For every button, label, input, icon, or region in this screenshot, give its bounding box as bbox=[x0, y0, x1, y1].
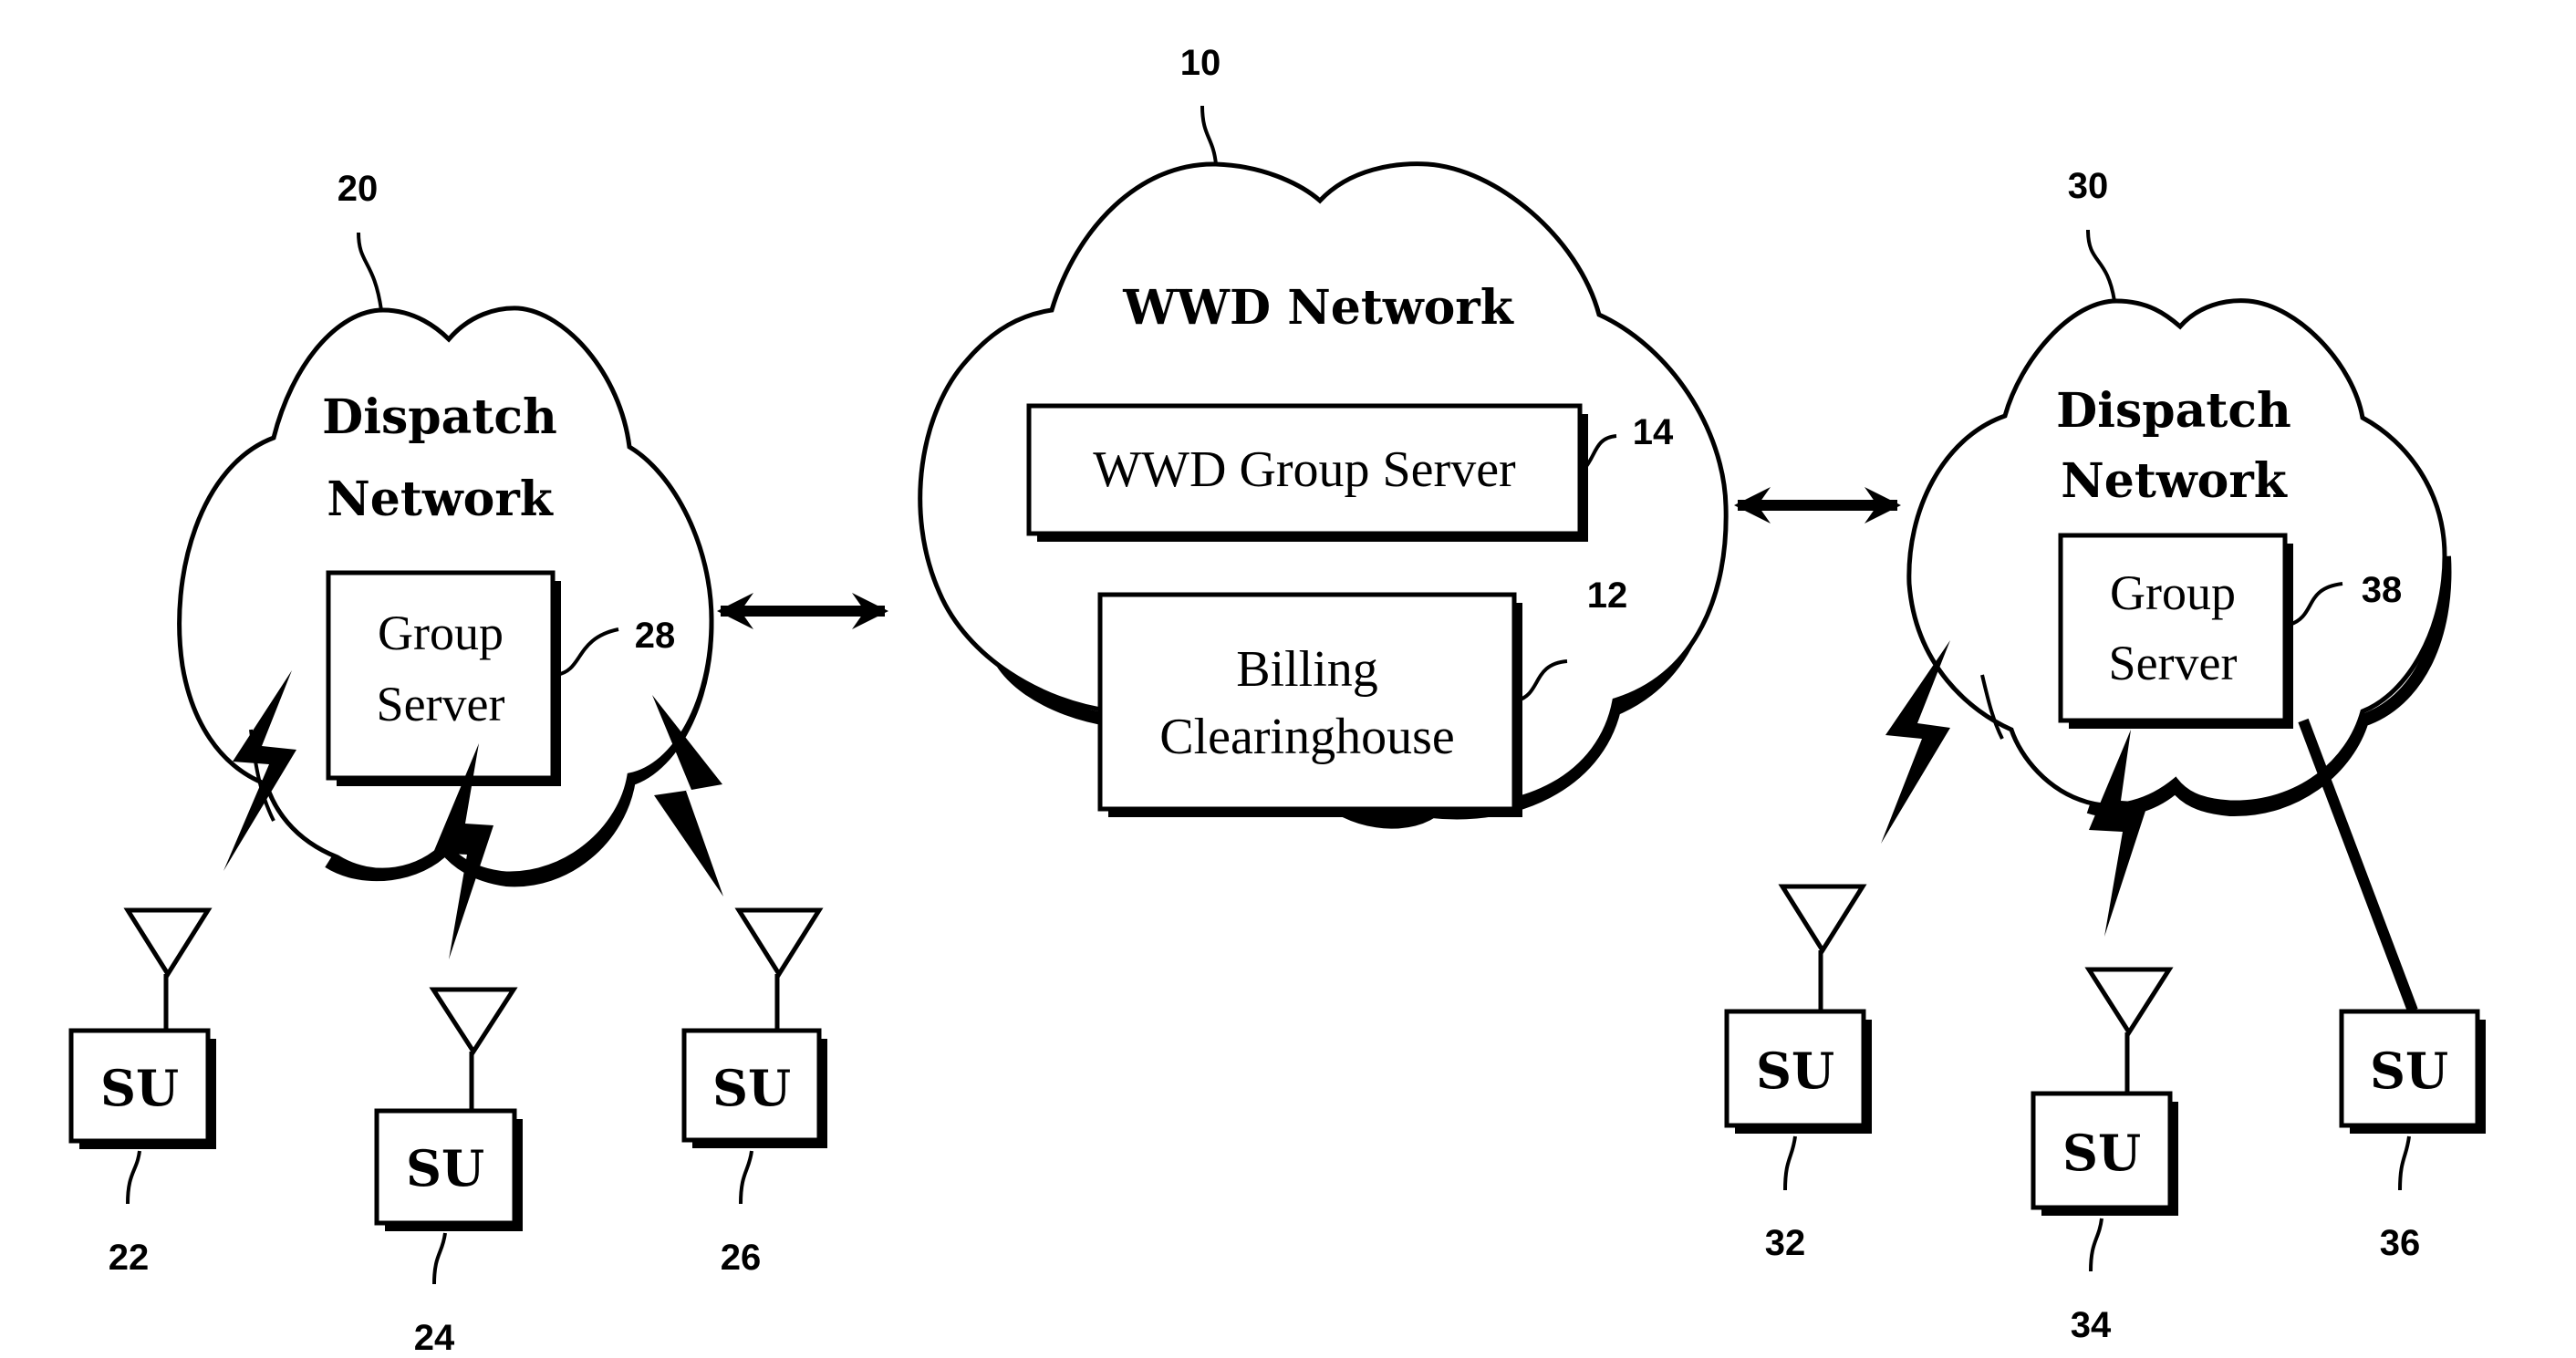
su-ref: 34 bbox=[2071, 1305, 2112, 1345]
su-ref: 26 bbox=[721, 1238, 762, 1278]
antenna-icon bbox=[2084, 967, 2174, 1037]
subscriber-unit-26: SU 26 bbox=[681, 907, 827, 1278]
subscriber-unit-24: SU 24 bbox=[374, 987, 523, 1358]
subscriber-unit-32: SU 32 bbox=[1724, 884, 1872, 1263]
wwd-group-server-box: WWD Group Server bbox=[1026, 403, 1588, 542]
su-ref-leader bbox=[2089, 1218, 2103, 1272]
left-cloud-ref-leader bbox=[357, 232, 383, 311]
billing-label-line1: Billing bbox=[1236, 641, 1378, 698]
su-label: SU bbox=[2370, 1042, 2448, 1100]
right-group-server-box: Group Server bbox=[2058, 533, 2293, 729]
su-ref-leader bbox=[432, 1232, 447, 1285]
su-ref: 36 bbox=[2380, 1223, 2421, 1263]
su-ref: 22 bbox=[109, 1238, 150, 1278]
right-group-server-line2: Server bbox=[2109, 636, 2238, 690]
su-ref: 24 bbox=[414, 1318, 455, 1358]
left-group-server-frame bbox=[326, 570, 556, 781]
left-cloud-title-line2: Network bbox=[327, 472, 553, 527]
antenna-icon bbox=[1778, 884, 1867, 955]
right-group-server-ref: 38 bbox=[2362, 570, 2403, 610]
wwd-ref-label: 10 bbox=[1180, 43, 1221, 83]
su-ref-leader bbox=[126, 1150, 141, 1205]
su-label: SU bbox=[1756, 1042, 1834, 1100]
antenna-icon bbox=[734, 907, 824, 979]
network-diagram: 10 WWD Network WWD Group Server 14 Billi… bbox=[68, 43, 2486, 1358]
wwd-ref-leader bbox=[1200, 105, 1218, 165]
wwd-network-title: WWD Network bbox=[1122, 280, 1513, 336]
su-label: SU bbox=[406, 1139, 484, 1197]
right-cloud-ref-leader bbox=[2086, 229, 2116, 302]
subscriber-unit-22: SU 22 bbox=[68, 907, 216, 1278]
wired-link-line bbox=[2298, 718, 2418, 1013]
su-label: SU bbox=[2062, 1124, 2141, 1182]
left-dispatch-cloud: 20 Dispatch Network Group Server 28 bbox=[177, 169, 714, 887]
left-cloud-title-line1: Dispatch bbox=[322, 389, 557, 445]
right-cloud-title-line1: Dispatch bbox=[2056, 383, 2291, 439]
billing-ref: 12 bbox=[1587, 575, 1628, 616]
right-dispatch-cloud: 30 Dispatch Network Group Server 38 bbox=[1906, 166, 2452, 817]
billing-frame bbox=[1097, 592, 1517, 812]
left-group-server-line1: Group bbox=[378, 606, 504, 660]
left-group-server-box: Group Server bbox=[326, 570, 561, 786]
right-cloud-ref: 30 bbox=[2068, 166, 2109, 206]
left-group-server-line2: Server bbox=[377, 677, 505, 731]
wwd-group-server-label: WWD Group Server bbox=[1093, 441, 1516, 498]
billing-label-line2: Clearinghouse bbox=[1159, 709, 1454, 765]
antenna-icon bbox=[123, 907, 213, 979]
wwd-group-server-ref: 14 bbox=[1633, 412, 1674, 452]
antenna-icon bbox=[429, 987, 518, 1056]
su-ref: 32 bbox=[1765, 1223, 1806, 1263]
billing-clearinghouse-box: Billing Clearinghouse bbox=[1097, 592, 1522, 817]
right-group-server-line1: Group bbox=[2110, 565, 2236, 620]
left-cloud-ref: 20 bbox=[338, 169, 379, 209]
su-label: SU bbox=[100, 1059, 179, 1117]
su-label: SU bbox=[712, 1059, 791, 1117]
left-group-server-ref: 28 bbox=[635, 616, 676, 656]
right-cloud-title-line2: Network bbox=[2061, 453, 2287, 509]
wwd-network-cloud: 10 WWD Network WWD Group Server 14 Billi… bbox=[918, 43, 1729, 829]
su-ref-leader bbox=[739, 1150, 753, 1205]
su-ref-leader bbox=[1783, 1135, 1797, 1191]
subscriber-unit-34: SU 34 bbox=[2031, 967, 2178, 1345]
right-group-server-frame bbox=[2058, 533, 2288, 723]
su-ref-leader bbox=[2398, 1135, 2411, 1191]
subscriber-unit-36: SU 36 bbox=[2339, 1009, 2486, 1263]
